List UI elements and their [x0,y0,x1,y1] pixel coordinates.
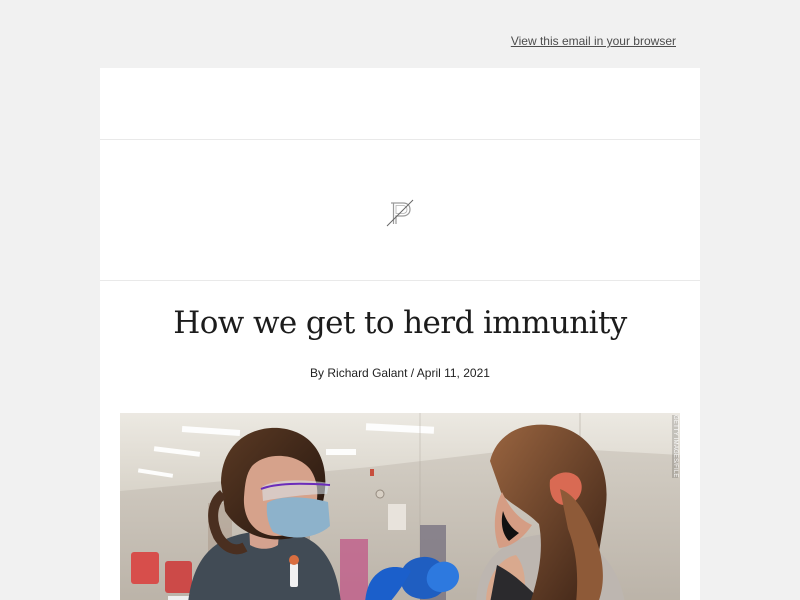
vaccination-photo [120,413,680,600]
article-title: How we get to herd immunity [173,305,627,341]
email-preheader: View this email in your browser [100,0,700,68]
hero-image[interactable]: GETTY IMAGES/FILE [120,413,680,600]
email-card: How we get to herd immunity By Richard G… [100,68,700,600]
header-spacer [100,68,700,140]
p-monogram-icon[interactable] [386,199,414,227]
photo-credit: GETTY IMAGES/FILE [672,415,678,478]
view-in-browser-link[interactable]: View this email in your browser [511,34,676,49]
article-header: How we get to herd immunity By Richard G… [100,306,700,380]
article-byline: By Richard Galant / April 11, 2021 [310,366,490,380]
logo-section [100,140,700,281]
